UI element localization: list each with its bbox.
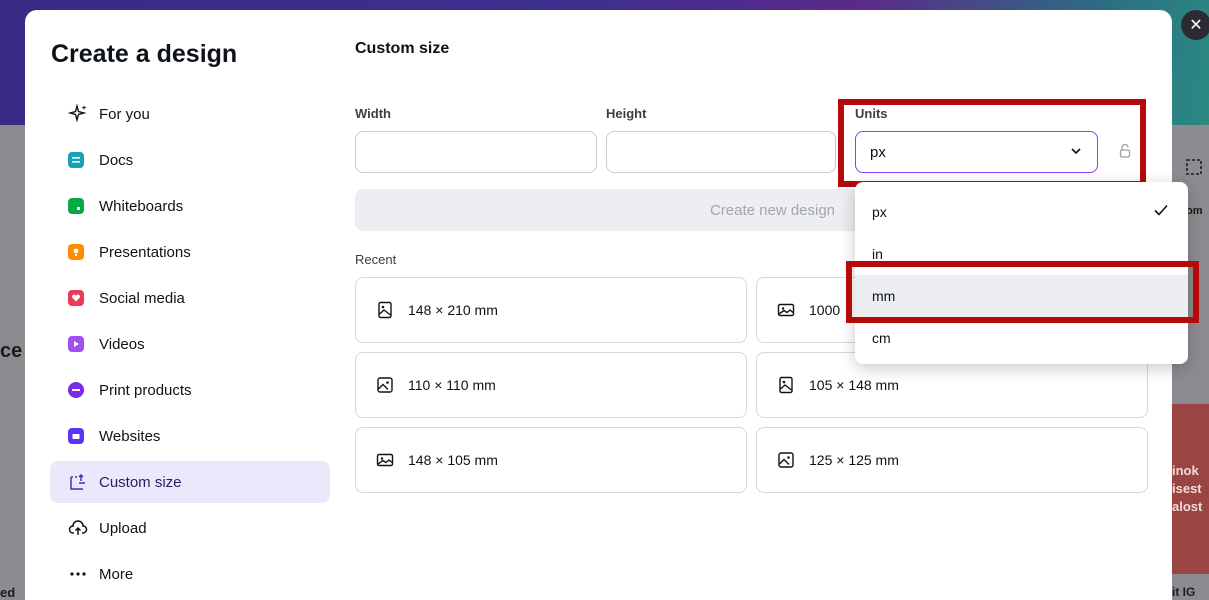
sidebar-item-presentations[interactable]: Presentations	[50, 231, 330, 273]
option-label: in	[872, 246, 883, 262]
upload-icon	[68, 518, 88, 538]
close-button[interactable]: ✕	[1181, 10, 1209, 40]
height-label: Height	[606, 106, 647, 121]
recent-design-label: 105 × 148 mm	[809, 377, 899, 393]
recent-design-label: 125 × 125 mm	[809, 452, 899, 468]
recent-design-label: 148 × 210 mm	[408, 302, 498, 318]
recent-design-label: 148 × 105 mm	[408, 452, 498, 468]
presentation-icon	[68, 244, 84, 260]
section-title: Custom size	[355, 40, 450, 57]
close-icon: ✕	[1189, 17, 1203, 34]
recent-design-label: 1000	[809, 302, 841, 318]
sidebar-item-label: Upload	[99, 519, 147, 537]
square-image-icon	[376, 376, 394, 394]
units-highlight-box	[838, 99, 1146, 187]
landscape-image-icon	[376, 451, 394, 469]
sidebar-item-social-media[interactable]: Social media	[50, 277, 330, 319]
sidebar-item-label: Videos	[99, 335, 145, 353]
sidebar-item-label: For you	[99, 105, 150, 123]
sidebar-item-custom-size[interactable]: Custom size	[50, 461, 330, 503]
sidebar-item-label: Social media	[99, 289, 185, 307]
sidebar-item-label: Presentations	[99, 243, 191, 261]
landscape-image-icon	[777, 301, 795, 319]
units-option-cm[interactable]: cm	[855, 317, 1188, 359]
heart-icon	[68, 290, 84, 306]
background-text: alost	[1172, 499, 1203, 514]
sidebar-item-upload[interactable]: Upload	[50, 507, 330, 549]
recent-design-card[interactable]: 125 × 125 mm	[756, 427, 1148, 493]
sidebar-item-whiteboards[interactable]: Whiteboards	[50, 185, 330, 227]
website-icon	[68, 428, 84, 444]
whiteboard-icon	[68, 198, 84, 214]
sidebar-nav: For you Docs Whiteboards Presentations S…	[50, 93, 330, 599]
checkmark-icon	[1152, 201, 1170, 224]
sidebar-item-docs[interactable]: Docs	[50, 139, 330, 181]
video-icon	[68, 336, 84, 352]
sidebar-item-label: Custom size	[99, 473, 182, 491]
background-text: ce	[0, 340, 23, 362]
width-label: Width	[355, 106, 391, 121]
portrait-image-icon	[777, 376, 795, 394]
recent-design-card[interactable]: 148 × 210 mm	[355, 277, 747, 343]
units-option-px[interactable]: px	[855, 191, 1188, 233]
option-label: px	[872, 204, 887, 220]
print-icon	[68, 382, 84, 398]
background-text: om	[1186, 205, 1203, 217]
sidebar-item-websites[interactable]: Websites	[50, 415, 330, 457]
option-label: cm	[872, 330, 891, 346]
recent-label: Recent	[355, 252, 397, 267]
portrait-image-icon	[376, 301, 394, 319]
sidebar-item-label: Whiteboards	[99, 197, 184, 215]
docs-icon	[68, 152, 84, 168]
sidebar-item-label: Print products	[99, 381, 192, 399]
background-text: ed	[0, 585, 16, 600]
sidebar-item-label: More	[99, 565, 134, 583]
custom-size-icon	[68, 472, 88, 492]
mm-option-highlight-box	[846, 261, 1199, 323]
square-image-icon	[777, 451, 795, 469]
recent-design-label: 110 × 110 mm	[408, 377, 496, 393]
recent-design-card[interactable]: 148 × 105 mm	[355, 427, 747, 493]
sidebar-item-more[interactable]: More	[50, 553, 330, 595]
sidebar-item-label: Websites	[99, 427, 161, 445]
sidebar-item-print-products[interactable]: Print products	[50, 369, 330, 411]
modal-title: Create a design	[51, 40, 238, 68]
sidebar-item-videos[interactable]: Videos	[50, 323, 330, 365]
more-icon	[68, 564, 88, 584]
background-text: it IG	[1172, 585, 1196, 599]
height-input[interactable]	[606, 131, 836, 173]
sparkle-icon	[68, 104, 88, 124]
sidebar-item-label: Docs	[99, 151, 134, 169]
recent-design-card[interactable]: 110 × 110 mm	[355, 352, 747, 418]
background-text: isest	[1172, 481, 1202, 496]
sidebar-item-for-you[interactable]: For you	[50, 93, 330, 135]
custom-size-icon	[1184, 156, 1209, 181]
background-text: inok	[1172, 463, 1199, 478]
width-input[interactable]	[355, 131, 597, 173]
